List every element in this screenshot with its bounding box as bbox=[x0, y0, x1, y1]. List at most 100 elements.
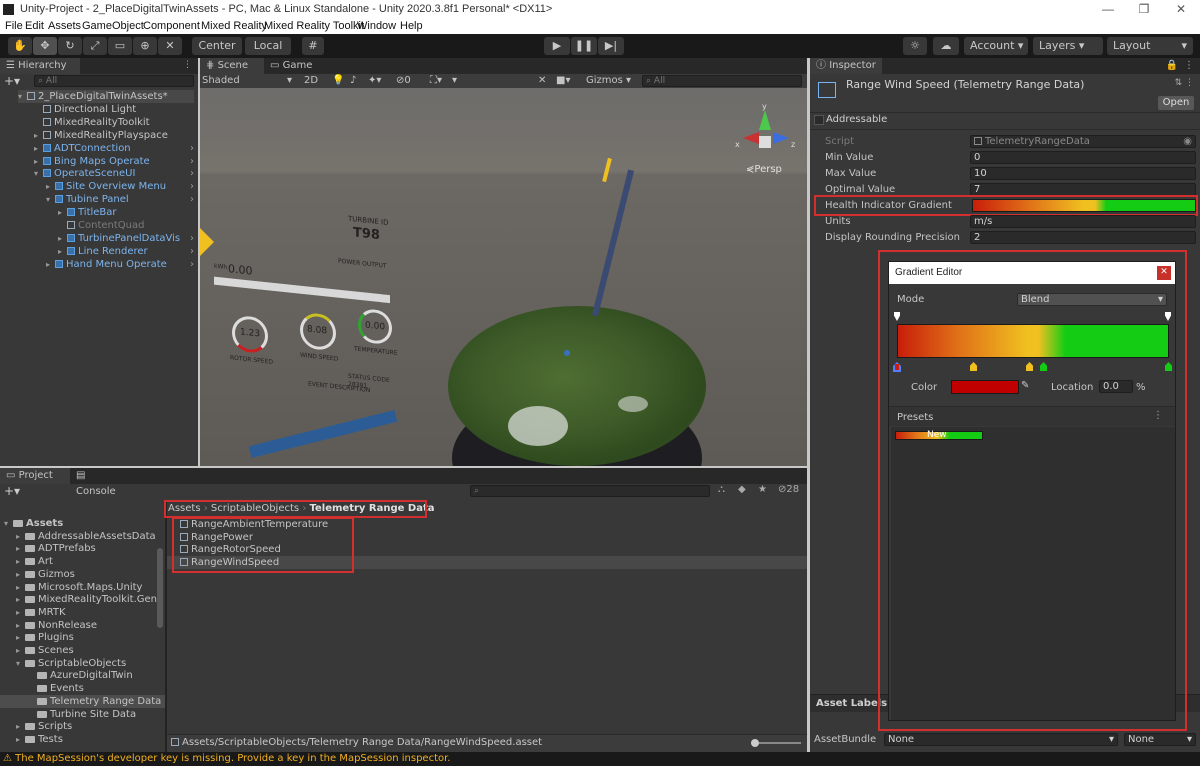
folder-expand-icon[interactable]: ▸ bbox=[16, 568, 25, 581]
hierarchy-item[interactable]: ▸ Site Overview Menu › bbox=[46, 180, 194, 193]
x-axis-cone[interactable] bbox=[743, 132, 759, 144]
expand-arrow-icon[interactable]: ▸ bbox=[34, 129, 43, 142]
pause-button[interactable]: ❚❚ bbox=[571, 37, 597, 55]
folder-tree-item[interactable]: Events bbox=[28, 682, 84, 695]
hierarchy-item[interactable]: ▸ TitleBar bbox=[58, 206, 117, 219]
folder-tree-item[interactable]: Turbine Site Data bbox=[28, 708, 136, 721]
folder-expand-icon[interactable]: ▸ bbox=[16, 530, 25, 543]
open-prefab-chevron-icon[interactable]: › bbox=[190, 155, 194, 168]
2d-toggle[interactable]: 2D bbox=[304, 74, 318, 88]
folder-expand-icon[interactable]: ▾ bbox=[4, 517, 13, 530]
favorite-icon[interactable]: ★ bbox=[758, 484, 767, 495]
folder-tree-item[interactable]: ▸ MRTK bbox=[16, 606, 66, 619]
expand-arrow-icon[interactable]: ▸ bbox=[58, 232, 67, 245]
pivot-local-button[interactable]: Local bbox=[245, 37, 291, 55]
folder-expand-icon[interactable]: ▾ bbox=[16, 657, 25, 670]
folder-expand-icon[interactable]: ▸ bbox=[16, 631, 25, 644]
hierarchy-item[interactable]: ▸ Bing Maps Operate › bbox=[34, 155, 194, 168]
object-picker-icon[interactable]: ◉ bbox=[1183, 136, 1192, 147]
folder-tree-item[interactable]: ▸ MixedRealityToolkit.Gen bbox=[16, 593, 157, 606]
folder-expand-icon[interactable]: ▸ bbox=[16, 581, 25, 594]
camera-settings-icon[interactable]: ■▾ bbox=[556, 74, 570, 88]
folder-tree-item[interactable]: ▾ ScriptableObjects bbox=[16, 657, 126, 670]
hierarchy-item[interactable]: ContentQuad bbox=[58, 219, 144, 232]
scale-tool-icon[interactable]: ⤢ bbox=[83, 37, 107, 55]
expand-arrow-icon[interactable]: ▸ bbox=[34, 142, 43, 155]
menu-mixed-reality[interactable]: Mixed Reality bbox=[201, 19, 267, 34]
tab-scene[interactable]: ⋕ Scene bbox=[200, 58, 264, 74]
hierarchy-item[interactable]: ▾ 2_PlaceDigitalTwinAssets* bbox=[18, 90, 194, 103]
tab-game[interactable]: ▭ Game bbox=[264, 58, 320, 74]
folder-expand-icon[interactable]: ▸ bbox=[16, 619, 25, 632]
lighting-icon[interactable]: 💡 bbox=[332, 74, 344, 88]
folder-expand-icon[interactable]: ▸ bbox=[16, 733, 25, 746]
open-prefab-chevron-icon[interactable]: › bbox=[190, 232, 194, 245]
project-search-input[interactable]: ⌕ bbox=[470, 485, 710, 497]
folder-tree-item[interactable]: AzureDigitalTwin bbox=[28, 669, 133, 682]
scene-search-input[interactable]: ⌕ All bbox=[642, 75, 802, 87]
menu-component[interactable]: Component bbox=[143, 19, 200, 34]
shading-dropdown[interactable]: Shaded ▾ bbox=[202, 74, 294, 88]
expand-arrow-icon[interactable]: ▸ bbox=[34, 155, 43, 168]
expand-arrow-icon[interactable]: ▸ bbox=[46, 258, 55, 271]
folder-tree-item[interactable]: ▸ Tests bbox=[16, 733, 63, 746]
hand-tool-icon[interactable]: ✋ bbox=[8, 37, 32, 55]
step-button[interactable]: ▶| bbox=[598, 37, 624, 55]
y-axis-cone[interactable] bbox=[759, 110, 771, 130]
rounding-field[interactable]: 2 bbox=[970, 231, 1196, 244]
hidden-count-icon[interactable]: ⊘0 bbox=[396, 74, 411, 88]
tree-scrollbar[interactable] bbox=[157, 548, 163, 628]
folder-tree-item[interactable]: Telemetry Range Data bbox=[0, 694, 165, 708]
folder-tree-item[interactable]: ▸ Scenes bbox=[16, 644, 74, 657]
play-button[interactable]: ▶ bbox=[544, 37, 570, 55]
hierarchy-item[interactable]: ▸ ADTConnection › bbox=[34, 142, 194, 155]
tab-console[interactable]: ▤ Console bbox=[70, 468, 130, 497]
lock-icon[interactable]: 🔒 bbox=[1166, 60, 1178, 71]
menu-window[interactable]: Window bbox=[357, 19, 396, 34]
folder-tree-item[interactable]: ▸ NonRelease bbox=[16, 619, 97, 632]
grid-snap-icon[interactable]: # bbox=[302, 37, 324, 55]
camera-icon[interactable]: ⛶▾ bbox=[430, 74, 442, 88]
menu-assets[interactable]: Assets bbox=[48, 19, 81, 34]
folder-tree-item[interactable]: ▸ ADTPrefabs bbox=[16, 542, 96, 555]
tab-hierarchy[interactable]: ☰ Hierarchy bbox=[0, 58, 80, 74]
inspector-menu-icon[interactable]: ⋮ bbox=[1184, 60, 1194, 71]
hierarchy-item[interactable]: ▾ Tubine Panel › bbox=[46, 193, 194, 206]
expand-arrow-icon[interactable]: ▾ bbox=[34, 167, 43, 180]
hierarchy-item[interactable]: MixedRealityToolkit bbox=[34, 116, 150, 129]
folder-expand-icon[interactable]: ▸ bbox=[16, 555, 25, 568]
rotate-tool-icon[interactable]: ↻ bbox=[58, 37, 82, 55]
more-icon[interactable]: ▾ bbox=[452, 74, 457, 88]
folder-expand-icon[interactable]: ▸ bbox=[16, 542, 25, 555]
custom-tool-icon[interactable]: ✕ bbox=[158, 37, 182, 55]
addressable-checkbox[interactable] bbox=[814, 115, 824, 125]
folder-expand-icon[interactable]: ▸ bbox=[16, 720, 25, 733]
move-tool-icon[interactable]: ✥ bbox=[33, 37, 57, 55]
effects-icon[interactable]: ✦▾ bbox=[368, 74, 381, 88]
expand-arrow-icon[interactable]: ▸ bbox=[58, 206, 67, 219]
tab-inspector[interactable]: ⓘ Inspector bbox=[810, 58, 882, 74]
expand-arrow-icon[interactable]: ▸ bbox=[58, 245, 67, 258]
folder-expand-icon[interactable]: ▸ bbox=[16, 644, 25, 657]
transform-tool-icon[interactable]: ⊕ bbox=[133, 37, 157, 55]
filter-label-icon[interactable]: ◆ bbox=[738, 484, 746, 495]
folder-tree-item[interactable]: ▸ AddressableAssetsData bbox=[16, 530, 156, 543]
account-dropdown[interactable]: Account ▾ bbox=[964, 37, 1028, 55]
open-prefab-chevron-icon[interactable]: › bbox=[190, 245, 194, 258]
open-prefab-chevron-icon[interactable]: › bbox=[190, 258, 194, 271]
open-button[interactable]: Open bbox=[1158, 96, 1194, 110]
folder-tree-item[interactable]: ▸ Art bbox=[16, 555, 53, 568]
units-field[interactable]: m/s bbox=[970, 215, 1196, 228]
project-add-button[interactable]: +▾ bbox=[4, 484, 20, 498]
tools-icon[interactable]: ✕ bbox=[538, 74, 546, 88]
menu-gameobject[interactable]: GameObject bbox=[82, 19, 144, 34]
hierarchy-item[interactable]: ▸ Line Renderer › bbox=[58, 245, 194, 258]
asset-bundle-dropdown[interactable]: None ▾ bbox=[884, 733, 1118, 746]
tab-project[interactable]: ▭ Project bbox=[0, 468, 70, 484]
collab-icon[interactable]: ☼ bbox=[903, 37, 927, 55]
folder-tree-item[interactable]: ▾ Assets bbox=[4, 517, 63, 530]
hierarchy-search-input[interactable]: ⌕ All bbox=[34, 75, 194, 87]
persp-label[interactable]: ⋞Persp bbox=[746, 164, 782, 175]
status-bar[interactable]: ⚠ The MapSession's developer key is miss… bbox=[0, 752, 1200, 766]
minimize-button[interactable]: — bbox=[1090, 0, 1126, 19]
